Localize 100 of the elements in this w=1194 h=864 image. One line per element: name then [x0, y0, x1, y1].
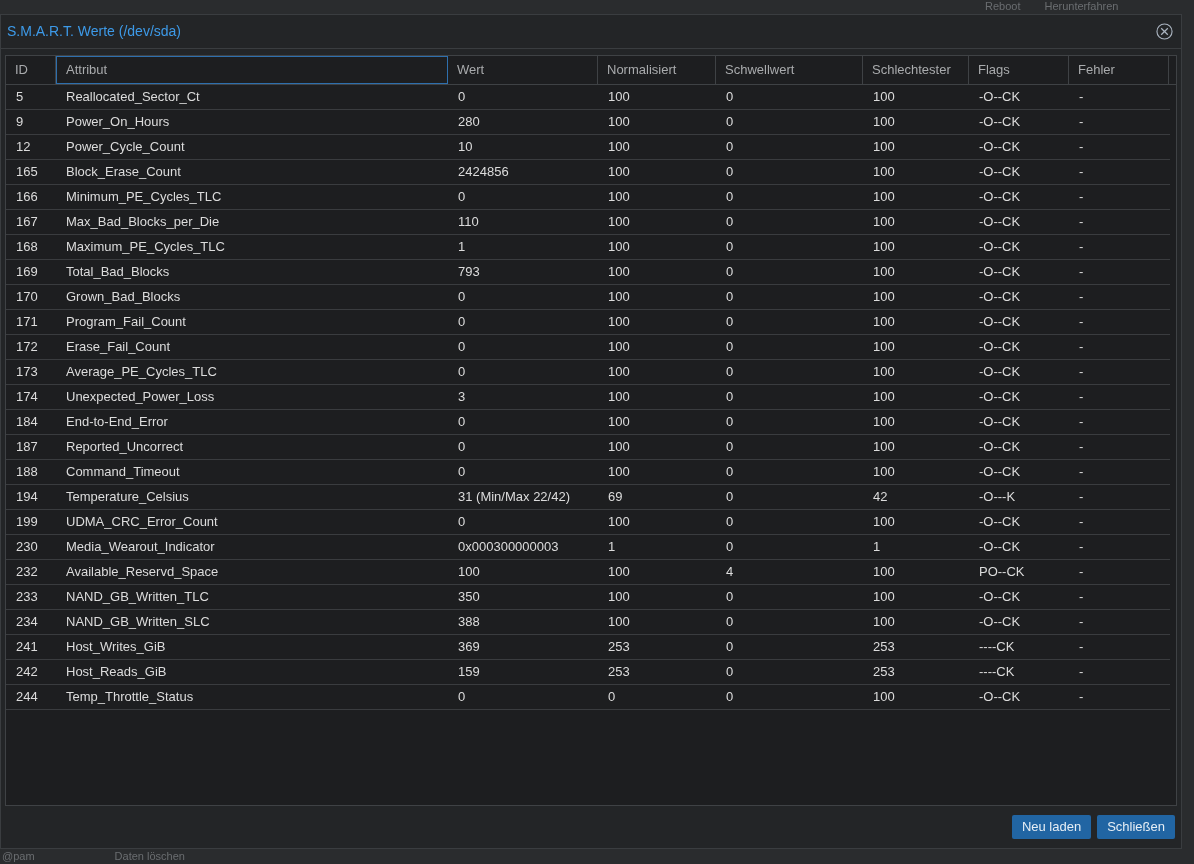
table-cell-text: 1	[872, 538, 882, 557]
table-cell-text: 0	[457, 413, 467, 432]
table-cell-text: 242	[15, 663, 39, 682]
table-cell-text: -	[1078, 188, 1085, 207]
table-cell-text: -O--CK	[978, 388, 1022, 407]
table-cell-text: 100	[872, 513, 896, 532]
table-cell-text: Unexpected_Power_Loss	[65, 388, 216, 407]
close-icon[interactable]	[1156, 23, 1173, 40]
table-cell-text: -	[1078, 688, 1085, 707]
background-text: @pam	[2, 850, 35, 863]
table-cell-text: ----CK	[978, 638, 1016, 657]
table-cell-text: -O--CK	[978, 513, 1022, 532]
table-cell-text: 0	[725, 313, 735, 332]
table-cell-text: Command_Timeout	[65, 463, 181, 482]
table-cell-text: Power_Cycle_Count	[65, 138, 186, 157]
table-cell-text: 253	[607, 638, 631, 657]
table-cell-text: -O--CK	[978, 688, 1022, 707]
table-cell-text: -O--CK	[978, 88, 1022, 107]
table-cell-text: 12	[15, 138, 32, 157]
window-title: S.M.A.R.T. Werte (/dev/sda)	[7, 22, 181, 41]
table-cell-text: Block_Erase_Count	[65, 163, 182, 182]
table-cell-text: 0	[725, 513, 735, 532]
table-cell-text: 100	[872, 413, 896, 432]
table-cell-text: NAND_GB_Written_SLC	[65, 613, 211, 632]
table-cell-text: -	[1078, 138, 1085, 157]
table-cell-text: 0	[725, 388, 735, 407]
table-cell-text: 100	[872, 263, 896, 282]
table-cell-text: 100	[872, 463, 896, 482]
table-cell-text: 232	[15, 563, 39, 582]
table-cell-text: 199	[15, 513, 39, 532]
table-cell-text: 100	[872, 88, 896, 107]
table-cell-text: 100	[872, 363, 896, 382]
table-cell-text: -O--CK	[978, 363, 1022, 382]
table-cell-text: 100	[607, 163, 631, 182]
table-cell-text: 0	[725, 463, 735, 482]
table-cell-text: 100	[607, 138, 631, 157]
table-cell-text: 244	[15, 688, 39, 707]
table-cell-text: 10	[457, 138, 474, 157]
column-header[interactable]: Attribut	[56, 56, 448, 84]
table-cell-text: 230	[15, 538, 39, 557]
column-header[interactable]: Normalisiert	[598, 56, 716, 84]
table-cell-text: -	[1078, 238, 1085, 257]
table-cell-text: 0	[725, 538, 735, 557]
table-cell-text: -	[1078, 463, 1085, 482]
table-cell-text: -O--CK	[978, 313, 1022, 332]
table-cell-text: -	[1078, 113, 1085, 132]
table-cell-text: 100	[872, 113, 896, 132]
table-cell-text: -	[1078, 213, 1085, 232]
column-header[interactable]: Wert	[448, 56, 598, 84]
table-cell-text: 172	[15, 338, 39, 357]
table-cell-text: -	[1078, 313, 1085, 332]
table-cell-text: -O--CK	[978, 238, 1022, 257]
table-cell-text: 0	[725, 163, 735, 182]
table-cell-text: 100	[607, 613, 631, 632]
table-cell-text: Grown_Bad_Blocks	[65, 288, 182, 307]
column-header[interactable]: Fehler	[1069, 56, 1169, 84]
table-cell-text: 253	[607, 663, 631, 682]
table-cell-text: 253	[872, 638, 896, 657]
table-cell-text: -O--CK	[978, 438, 1022, 457]
table-cell-text: 100	[607, 113, 631, 132]
table-cell-text: 253	[872, 663, 896, 682]
table-cell-text: -O--CK	[978, 413, 1022, 432]
table-cell-text: 0	[725, 438, 735, 457]
column-header[interactable]: Flags	[969, 56, 1069, 84]
table-cell-text: 100	[872, 138, 896, 157]
table-cell-text: PO--CK	[978, 563, 1026, 582]
table-cell-text: 369	[457, 638, 481, 657]
table-cell-text: Average_PE_Cycles_TLC	[65, 363, 218, 382]
table-cell-text: 100	[872, 438, 896, 457]
table-cell-text: -	[1078, 638, 1085, 657]
table-cell-text: Minimum_PE_Cycles_TLC	[65, 188, 223, 207]
table-cell-text: 100	[872, 213, 896, 232]
table-cell-text: -	[1078, 563, 1085, 582]
table-cell-text: End-to-End_Error	[65, 413, 169, 432]
table-cell-text: 187	[15, 438, 39, 457]
table-cell-text: 5	[15, 88, 25, 107]
table-cell-text: 100	[607, 88, 631, 107]
column-header[interactable]: ID	[6, 56, 56, 84]
column-header[interactable]: Schwellwert	[716, 56, 863, 84]
table-cell-text: 100	[872, 288, 896, 307]
table-cell-text: 100	[872, 238, 896, 257]
table-cell-text: -	[1078, 588, 1085, 607]
table-cell-text: 0	[725, 613, 735, 632]
table-cell-text: 100	[607, 313, 631, 332]
column-header[interactable]: Schlechtester	[863, 56, 969, 84]
table-cell-text: 0	[457, 363, 467, 382]
table-cell-text: 0	[725, 263, 735, 282]
table-cell-text: 170	[15, 288, 39, 307]
table-cell-text: 0	[725, 363, 735, 382]
table-cell-text: -O--CK	[978, 288, 1022, 307]
table-cell-text: 100	[872, 588, 896, 607]
table-cell-text: 0	[725, 663, 735, 682]
table-cell-text: 184	[15, 413, 39, 432]
dialog-button[interactable]: Neu laden	[1011, 815, 1092, 839]
table-cell-text: 350	[457, 588, 481, 607]
table-cell-text: Available_Reservd_Space	[65, 563, 220, 582]
table-cell-text: 69	[607, 488, 624, 507]
table-cell-text: -O--CK	[978, 613, 1022, 632]
dialog-button[interactable]: Schließen	[1097, 815, 1175, 839]
table-cell-text: NAND_GB_Written_TLC	[65, 588, 210, 607]
